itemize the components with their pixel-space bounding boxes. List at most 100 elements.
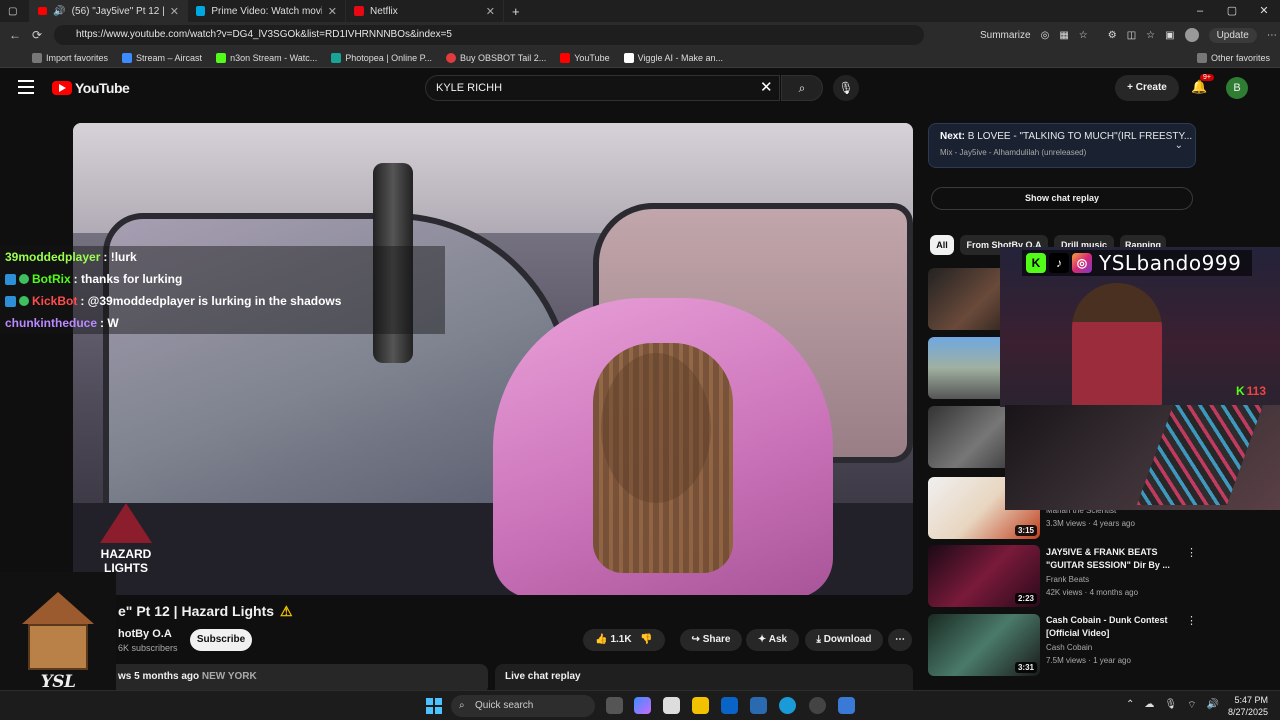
notifications-bell-icon[interactable]: 🔔 [1191, 79, 1207, 95]
like-button[interactable]: 👍 1.1K [595, 634, 631, 645]
apps-icon[interactable]: ▦ [1059, 30, 1068, 41]
favorite-star-icon[interactable]: ☆ [1079, 30, 1088, 41]
collections-icon[interactable]: ▣ [1165, 30, 1174, 41]
tab-prime-video[interactable]: Prime Video: Watch movies, TV s ✕ [188, 0, 346, 22]
account-avatar[interactable]: B [1226, 77, 1248, 99]
wifi-icon[interactable]: ⌔ [1187, 699, 1196, 712]
thumbs-up-icon: 👍 [595, 634, 608, 645]
system-tray: ⌃ ☁ 🎙 ⌔ 🔊 [1126, 699, 1219, 712]
recommendation-title[interactable]: JAY5IVE & FRANK BEATS "GUITAR SESSION" D… [1046, 546, 1171, 572]
close-tab-icon[interactable]: ✕ [486, 5, 495, 18]
minimize-icon[interactable]: – [1184, 0, 1216, 22]
speaker-icon[interactable]: 🔊 [53, 6, 65, 17]
stream-chat-overlay: 39moddedplayer : !lurk BotRix : thanks f… [0, 246, 445, 334]
desk-camera-overlay [1005, 405, 1280, 510]
close-tab-icon[interactable]: ✕ [170, 5, 179, 18]
maximize-icon[interactable]: ▢ [1216, 0, 1248, 22]
create-button[interactable]: + Create [1115, 75, 1179, 101]
recommendation-thumbnail[interactable]: 2:23 [928, 545, 1040, 607]
bookmark-photopea[interactable]: Photopea | Online P... [331, 52, 432, 63]
store-icon[interactable] [663, 697, 680, 714]
copilot-icon[interactable]: ◎ [1041, 30, 1050, 41]
close-tab-icon[interactable]: ✕ [328, 5, 337, 18]
create-label: Create [1135, 82, 1167, 93]
edge-icon[interactable] [779, 697, 796, 714]
update-button[interactable]: Update [1208, 27, 1257, 43]
search-button[interactable]: ⌕ [781, 75, 823, 101]
summarize-button[interactable]: Summarize [980, 30, 1031, 41]
more-options-icon[interactable]: ⋮ [1186, 546, 1197, 559]
video-player[interactable]: HAZARD LIGHTS [73, 123, 913, 595]
outlook-icon[interactable] [721, 697, 738, 714]
bookmark-n3on[interactable]: n3on Stream - Watc... [216, 52, 318, 63]
bookmark-label: n3on Stream - Watc... [230, 52, 318, 63]
folder-icon [1196, 52, 1207, 63]
taskbar-clock[interactable]: 5:47 PM 8/27/2025 [1222, 694, 1268, 718]
windows-taskbar: ⌕ Quick search ⌃ ☁ 🎙 ⌔ 🔊 5:47 PM 8/27/20… [0, 690, 1280, 720]
close-window-icon[interactable]: ✕ [1248, 0, 1280, 22]
channel-name[interactable]: hotBy O.A [118, 628, 172, 640]
search-placeholder: Quick search [475, 700, 534, 711]
more-options-icon[interactable]: ⋯ [1267, 30, 1277, 41]
volume-icon[interactable]: 🔊 [1207, 699, 1219, 712]
copilot-taskbar-icon[interactable] [634, 697, 651, 714]
recommendation-thumbnail[interactable]: 3:31 [928, 614, 1040, 676]
extensions-icon[interactable]: ⚙ [1108, 30, 1117, 41]
bookmark-import-favorites[interactable]: Import favorites [32, 52, 109, 63]
video-duration: 3:15 [1014, 525, 1037, 536]
chevron-up-icon[interactable]: ⌃ [1126, 699, 1134, 712]
taskbar-search-input[interactable]: ⌕ Quick search [451, 695, 595, 717]
windows-start-icon[interactable] [426, 698, 442, 714]
video-title-text: e" Pt 12 | Hazard Lights [118, 603, 275, 619]
hamburger-menu-icon[interactable] [18, 80, 34, 94]
download-button[interactable]: ⤓ Download [805, 629, 883, 651]
voice-search-mic-icon[interactable]: 🎙 [833, 75, 859, 101]
hazard-lights-watermark: HAZARD LIGHTS [91, 503, 161, 575]
bookmark-label: Import favorites [46, 52, 109, 63]
show-chat-replay-button[interactable]: Show chat replay [931, 187, 1193, 210]
chip-all[interactable]: All [930, 235, 954, 255]
favorites-icon[interactable]: ☆ [1146, 30, 1155, 41]
tab-youtube[interactable]: 🔊 (56) "Jay5ive" Pt 12 | Hazard ✕ [30, 0, 188, 22]
thumbs-down-icon: 👎 [640, 634, 653, 645]
address-bar-row: ← ⟳ https://www.youtube.com/watch?v=DG4_… [0, 22, 1280, 48]
microphone-icon[interactable]: 🎙 [1164, 699, 1177, 712]
clear-search-icon[interactable]: ✕ [760, 78, 773, 96]
subscribe-button[interactable]: Subscribe [190, 629, 252, 651]
more-actions-icon[interactable]: ⋯ [888, 629, 912, 651]
obs-icon[interactable] [809, 697, 826, 714]
up-next-panel[interactable]: Next: B LOVEE - "TALKING TO MUCH"(IRL FR… [928, 123, 1196, 168]
bookmark-youtube[interactable]: YouTube [560, 52, 610, 63]
recommendation-title[interactable]: Cash Cobain - Dunk Contest [Official Vid… [1046, 614, 1171, 640]
new-tab-button[interactable]: + [504, 0, 528, 22]
youtube-logo[interactable]: YouTube [52, 80, 130, 96]
dislike-button[interactable]: 👎 [640, 634, 652, 645]
tab-netflix[interactable]: Netflix ✕ [346, 0, 504, 22]
obsbot-icon [446, 52, 457, 63]
recommendation-channel: Cash Cobain [1046, 643, 1093, 652]
search-input[interactable]: KYLE RICHH [425, 75, 780, 101]
refresh-icon[interactable]: ⟳ [26, 28, 48, 42]
bookmark-viggle[interactable]: Viggle AI - Make an... [623, 52, 723, 63]
back-arrow-icon[interactable]: ← [4, 28, 26, 42]
photos-icon[interactable] [750, 697, 767, 714]
bookmark-aircast[interactable]: Stream – Aircast [122, 52, 202, 63]
profile-avatar[interactable] [1184, 28, 1199, 42]
app-icon[interactable] [838, 697, 855, 714]
window-controls: – ▢ ✕ [1184, 0, 1280, 22]
chevron-down-icon[interactable]: ⌄ [1175, 140, 1183, 151]
task-view-icon[interactable] [606, 697, 623, 714]
house-body [28, 624, 88, 670]
other-favorites[interactable]: Other favorites [1196, 52, 1270, 63]
bot-badge-icon [5, 295, 16, 307]
ask-button[interactable]: ✦ Ask [746, 629, 799, 651]
more-options-icon[interactable]: ⋮ [1186, 614, 1197, 627]
file-explorer-icon[interactable] [692, 697, 709, 714]
url-field[interactable]: https://www.youtube.com/watch?v=DG4_lV3S… [54, 25, 924, 45]
bookmark-obsbot[interactable]: Buy OBSBOT Tail 2... [446, 52, 546, 63]
share-button[interactable]: ↪ Share [680, 629, 742, 651]
tab-actions-button[interactable]: ▢ [0, 0, 30, 22]
cloud-icon[interactable]: ☁ [1144, 699, 1154, 712]
chat-text: : @39moddedplayer is lurking in the shad… [80, 294, 342, 308]
split-screen-icon[interactable]: ◫ [1127, 30, 1136, 41]
